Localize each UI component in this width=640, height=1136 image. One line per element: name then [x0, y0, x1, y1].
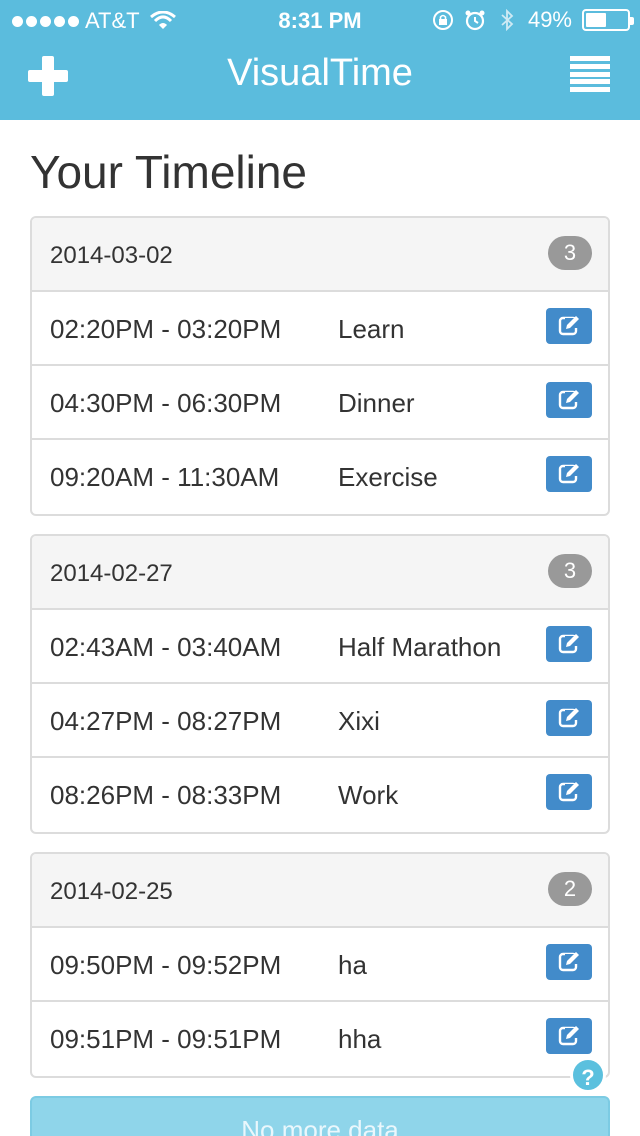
- entry-time-range: 09:51PM - 09:51PM: [50, 1024, 282, 1054]
- entry-label: hha: [338, 1024, 382, 1054]
- entry-time-range: 04:27PM - 08:27PM: [50, 706, 282, 736]
- timeline-entry: 09:20AM - 11:30AM Exercise: [32, 440, 608, 514]
- alarm-icon: [465, 10, 485, 31]
- status-bar: AT&T 8:31 PM 49%: [0, 0, 640, 40]
- rotation-lock-icon: [432, 10, 453, 30]
- entry-time-range: 08:26PM - 08:33PM: [50, 780, 282, 810]
- day-date: 2014-03-02: [50, 242, 173, 269]
- battery-percent: 49%: [527, 7, 572, 32]
- timeline-entry: 04:27PM - 08:27PM Xixi: [32, 684, 608, 758]
- day-card: 2014-03-02 3 02:20PM - 03:20PM Learn 04:30PM…: [30, 216, 610, 516]
- entry-label: Learn: [338, 314, 405, 344]
- battery-icon: [582, 9, 634, 31]
- edit-icon: [558, 708, 581, 728]
- edit-entry-button[interactable]: [546, 1018, 592, 1054]
- entry-label: Work: [338, 780, 399, 810]
- edit-icon: [558, 464, 581, 484]
- edit-icon: [558, 1026, 581, 1046]
- edit-entry-button[interactable]: [546, 382, 592, 418]
- entry-count-badge: 3: [548, 554, 592, 588]
- day-card: 2014-02-27 3 02:43AM - 03:40AM Half Maratho…: [30, 534, 610, 834]
- entry-time-range: 02:43AM - 03:40AM: [50, 632, 282, 662]
- edit-icon: [558, 316, 581, 336]
- edit-entry-button[interactable]: [546, 774, 592, 810]
- entry-label: ha: [338, 950, 367, 980]
- edit-entry-button[interactable]: [546, 700, 592, 736]
- no-more-data-button[interactable]: No more data: [30, 1096, 610, 1136]
- day-card-header: 2014-03-02 3: [32, 218, 608, 292]
- edit-icon: [558, 782, 581, 802]
- day-card: 2014-02-25 2 09:50PM - 09:52PM ha 09:51PM - …: [30, 852, 610, 1078]
- edit-entry-button[interactable]: [546, 456, 592, 492]
- nav-bar: VisualTime: [0, 40, 640, 120]
- entry-count-badge: 3: [548, 236, 592, 270]
- edit-entry-button[interactable]: [546, 308, 592, 344]
- timeline-entry: 02:43AM - 03:40AM Half Marathon: [32, 610, 608, 684]
- day-date: 2014-02-27: [50, 560, 173, 587]
- timeline-entry: 04:30PM - 06:30PM Dinner: [32, 366, 608, 440]
- timeline-entry: 08:26PM - 08:33PM Work: [32, 758, 608, 832]
- entry-label: Half Marathon: [338, 632, 502, 662]
- timeline-entry: 09:51PM - 09:51PM hha: [32, 1002, 608, 1076]
- menu-icon[interactable]: [570, 56, 610, 92]
- day-card-header: 2014-02-25 2: [32, 854, 608, 928]
- entry-time-range: 09:50PM - 09:52PM: [50, 950, 282, 980]
- edit-entry-button[interactable]: [546, 944, 592, 980]
- entry-count-badge: 2: [548, 872, 592, 906]
- timeline-entry: 02:20PM - 03:20PM Learn: [32, 292, 608, 366]
- app-title: VisualTime: [227, 52, 413, 94]
- edit-entry-button[interactable]: [546, 626, 592, 662]
- entry-label: Xixi: [338, 706, 380, 736]
- status-right: 49%: [432, 7, 634, 33]
- entry-label: Dinner: [338, 388, 415, 418]
- entry-time-range: 02:20PM - 03:20PM: [50, 314, 282, 344]
- entry-time-range: 09:20AM - 11:30AM: [50, 462, 280, 492]
- help-button[interactable]: ?: [570, 1057, 606, 1093]
- bluetooth-icon: [501, 9, 514, 31]
- battery-level-fill: [586, 13, 606, 27]
- edit-icon: [558, 952, 581, 972]
- page-title: Your Timeline: [30, 146, 308, 198]
- edit-icon: [558, 634, 581, 654]
- app-header: AT&T 8:31 PM 49% VisualTime: [0, 0, 640, 120]
- timeline-entry: 09:50PM - 09:52PM ha: [32, 928, 608, 1002]
- day-date: 2014-02-25: [50, 878, 173, 905]
- entry-time-range: 04:30PM - 06:30PM: [50, 388, 282, 418]
- day-card-header: 2014-02-27 3: [32, 536, 608, 610]
- entry-label: Exercise: [338, 462, 438, 492]
- edit-icon: [558, 390, 581, 410]
